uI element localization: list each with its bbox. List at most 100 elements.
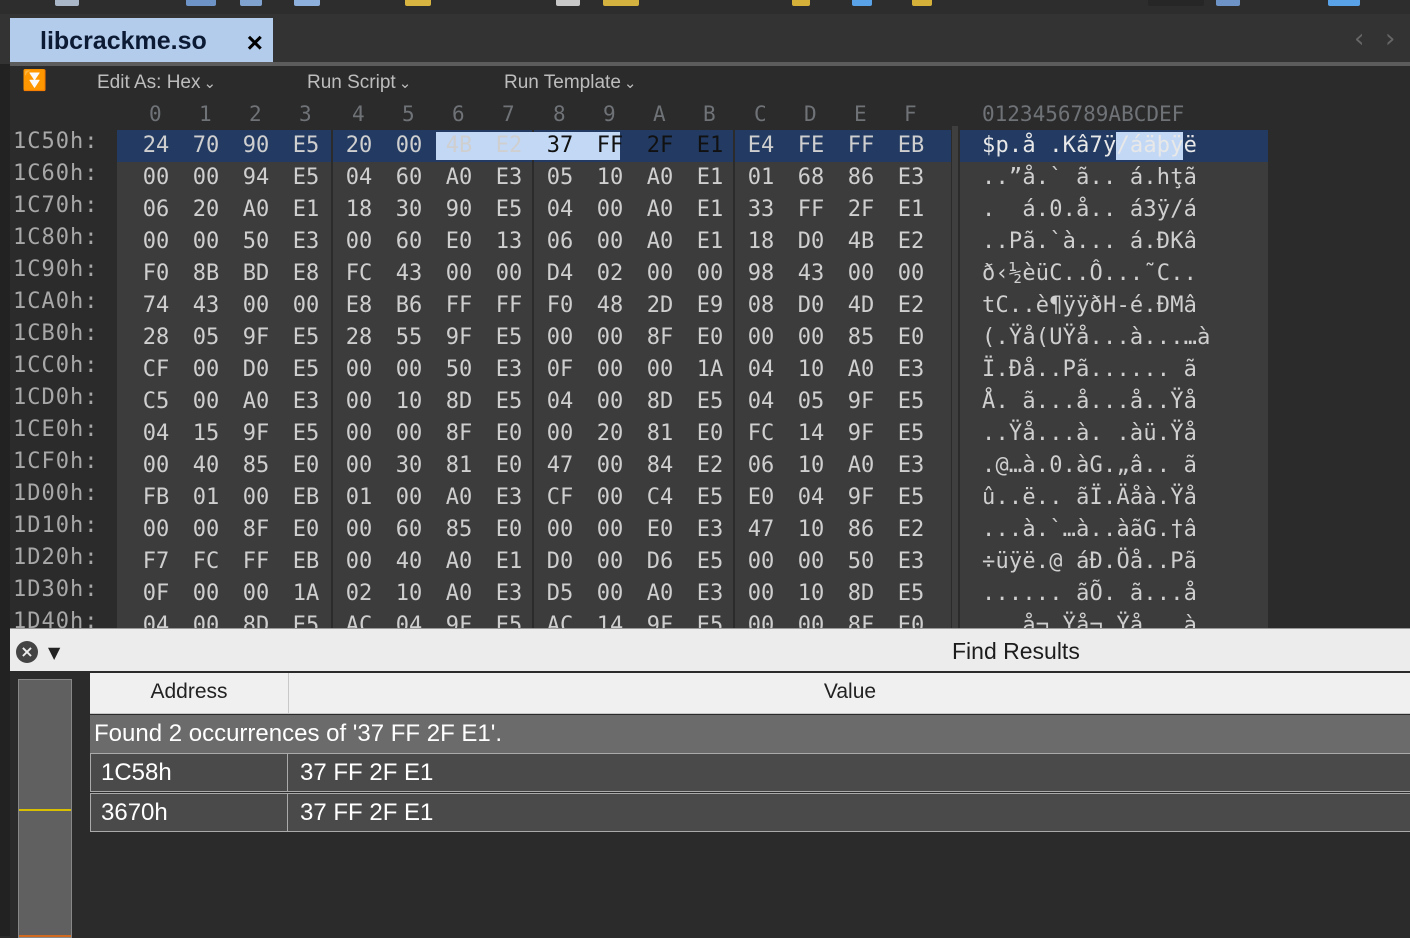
hex-byte[interactable]: 00 [136, 229, 176, 254]
hex-byte[interactable]: 14 [791, 421, 831, 446]
hex-byte[interactable]: 04 [540, 389, 580, 414]
hex-byte[interactable]: 01 [339, 485, 379, 510]
hex-byte[interactable]: 10 [590, 165, 630, 190]
hex-byte[interactable]: 2F [841, 197, 881, 222]
hex-byte[interactable]: 4D [841, 293, 881, 318]
hex-byte[interactable]: 04 [389, 613, 429, 628]
hex-byte[interactable]: 00 [389, 485, 429, 510]
hex-byte[interactable]: 00 [590, 197, 630, 222]
hex-byte[interactable]: E5 [690, 549, 730, 574]
hex-byte[interactable]: E5 [690, 485, 730, 510]
hex-byte[interactable]: 30 [389, 453, 429, 478]
row-ascii[interactable]: tC..è¶ÿÿðH-é.ÐMâ [982, 293, 1197, 318]
hex-byte[interactable]: E5 [891, 421, 931, 446]
hex-row[interactable]: 1D30h: 0F 00 00 1A 02 10 A0 E3 D5 00 A0 E3 00 10 8D E5..… [10, 577, 1410, 610]
hex-byte[interactable]: E0 [640, 517, 680, 542]
hex-byte[interactable]: A0 [841, 453, 881, 478]
hex-byte[interactable]: 08 [741, 293, 781, 318]
hex-byte[interactable]: 13 [489, 229, 529, 254]
hex-byte[interactable]: E3 [286, 229, 326, 254]
hex-byte[interactable]: 00 [236, 485, 276, 510]
hex-byte[interactable]: E5 [286, 133, 326, 158]
hex-row[interactable]: 1D00h: FB 01 00 EB 01 00 A0 E3 CF 00 C4 E5 E0 04 9F E5 û.… [10, 481, 1410, 514]
hex-byte[interactable]: 04 [741, 357, 781, 382]
hex-byte[interactable]: A0 [640, 165, 680, 190]
hex-byte[interactable]: 00 [590, 517, 630, 542]
hex-byte[interactable]: FF [236, 549, 276, 574]
hex-byte[interactable]: 9F [236, 325, 276, 350]
tab-libcrackme[interactable]: libcrackme.so × [10, 18, 273, 64]
hex-byte[interactable]: E8 [286, 261, 326, 286]
hex-byte[interactable]: E1 [690, 133, 730, 158]
hex-byte[interactable]: E5 [286, 613, 326, 628]
hex-row[interactable]: 1C50h: 24 70 90 E5 20 00 4B E2 37 FF 2F E1 E4 FE FF EB $p… [10, 129, 1410, 162]
hex-byte[interactable]: 37 [540, 133, 580, 158]
hex-byte[interactable]: 00 [590, 581, 630, 606]
hex-byte[interactable]: 94 [236, 165, 276, 190]
toolbar-icon[interactable] [912, 0, 932, 6]
hex-scrollbar[interactable] [952, 126, 958, 628]
hex-byte[interactable]: E5 [489, 325, 529, 350]
hex-byte[interactable]: 00 [741, 613, 781, 628]
hex-byte[interactable]: E0 [489, 421, 529, 446]
hex-byte[interactable]: E5 [489, 389, 529, 414]
hex-byte[interactable]: A0 [439, 549, 479, 574]
hex-byte[interactable]: 8F [841, 613, 881, 628]
hex-byte[interactable]: E8 [339, 293, 379, 318]
chevron-right-icon[interactable]: › [1385, 24, 1395, 54]
hex-byte[interactable]: 47 [741, 517, 781, 542]
hex-byte[interactable]: FF [439, 293, 479, 318]
hex-byte[interactable]: 00 [640, 357, 680, 382]
address-column-header[interactable]: Address [90, 673, 289, 713]
row-ascii[interactable]: Ï.Ðå..Pã...... ã [982, 357, 1197, 382]
hex-byte[interactable]: E3 [891, 165, 931, 190]
hex-row[interactable]: 1C80h: 00 00 50 E3 00 60 E0 13 06 00 A0 E1 18 D0 4B E2..… [10, 225, 1410, 258]
run-template-menu[interactable]: Run Template ⌄ [504, 72, 636, 94]
hex-byte[interactable]: FC [741, 421, 781, 446]
hex-byte[interactable]: CF [540, 485, 580, 510]
hex-byte[interactable]: 01 [741, 165, 781, 190]
hex-byte[interactable]: E5 [690, 389, 730, 414]
hex-byte[interactable]: D0 [791, 229, 831, 254]
hex-row[interactable]: 1CD0h: C5 00 A0 E3 00 10 8D E5 04 00 8D E5 04 05 9F E5 Å.… [10, 385, 1410, 418]
hex-byte[interactable]: FC [339, 261, 379, 286]
hex-byte[interactable]: 86 [841, 165, 881, 190]
row-ascii[interactable]: . á.0.å.. á3ÿ/á [982, 197, 1197, 222]
hex-byte[interactable]: 00 [186, 581, 226, 606]
hex-row[interactable]: 1CB0h: 28 05 9F E5 28 55 9F E5 00 00 8F E0 00 00 85 E0 (.… [10, 321, 1410, 354]
toolbar-icon[interactable] [55, 0, 79, 6]
toolbar-icon[interactable] [603, 0, 639, 6]
toolbar-icon[interactable] [1148, 0, 1204, 6]
hex-byte[interactable]: E0 [690, 421, 730, 446]
hex-byte[interactable]: 43 [186, 293, 226, 318]
hex-byte[interactable]: 84 [640, 453, 680, 478]
hex-byte[interactable]: 98 [741, 261, 781, 286]
hex-byte[interactable]: 00 [640, 261, 680, 286]
hex-editor[interactable]: ⏬ Edit As: Hex ⌄ Run Script ⌄ Run Template… [10, 66, 1410, 628]
hex-byte[interactable]: 04 [136, 421, 176, 446]
hex-byte[interactable]: 90 [439, 197, 479, 222]
hex-byte[interactable]: 00 [136, 517, 176, 542]
row-ascii[interactable]: ð‹½èüC..Ô...˜C.. [982, 261, 1197, 286]
hex-byte[interactable]: 14 [590, 613, 630, 628]
hex-byte[interactable]: 15 [186, 421, 226, 446]
results-overview-scrollbar[interactable] [18, 679, 72, 938]
hex-byte[interactable]: D6 [640, 549, 680, 574]
hex-byte[interactable]: E5 [286, 325, 326, 350]
hex-byte[interactable]: 00 [339, 357, 379, 382]
hex-byte[interactable]: 55 [389, 325, 429, 350]
hex-byte[interactable]: 9F [841, 485, 881, 510]
hex-byte[interactable]: 40 [186, 453, 226, 478]
row-ascii[interactable]: ..Pã.`à... á.ÐKâ [982, 229, 1197, 254]
hex-byte[interactable]: A0 [439, 165, 479, 190]
hex-byte[interactable]: 0F [540, 357, 580, 382]
hex-byte[interactable]: 8F [236, 517, 276, 542]
hex-byte[interactable]: 9F [439, 613, 479, 628]
hex-byte[interactable]: 1A [690, 357, 730, 382]
hex-byte[interactable]: 00 [590, 453, 630, 478]
hex-byte[interactable]: 00 [339, 517, 379, 542]
hex-byte[interactable]: D0 [236, 357, 276, 382]
hex-byte[interactable]: A0 [236, 389, 276, 414]
hex-byte[interactable]: 00 [286, 293, 326, 318]
hex-byte[interactable]: 48 [590, 293, 630, 318]
